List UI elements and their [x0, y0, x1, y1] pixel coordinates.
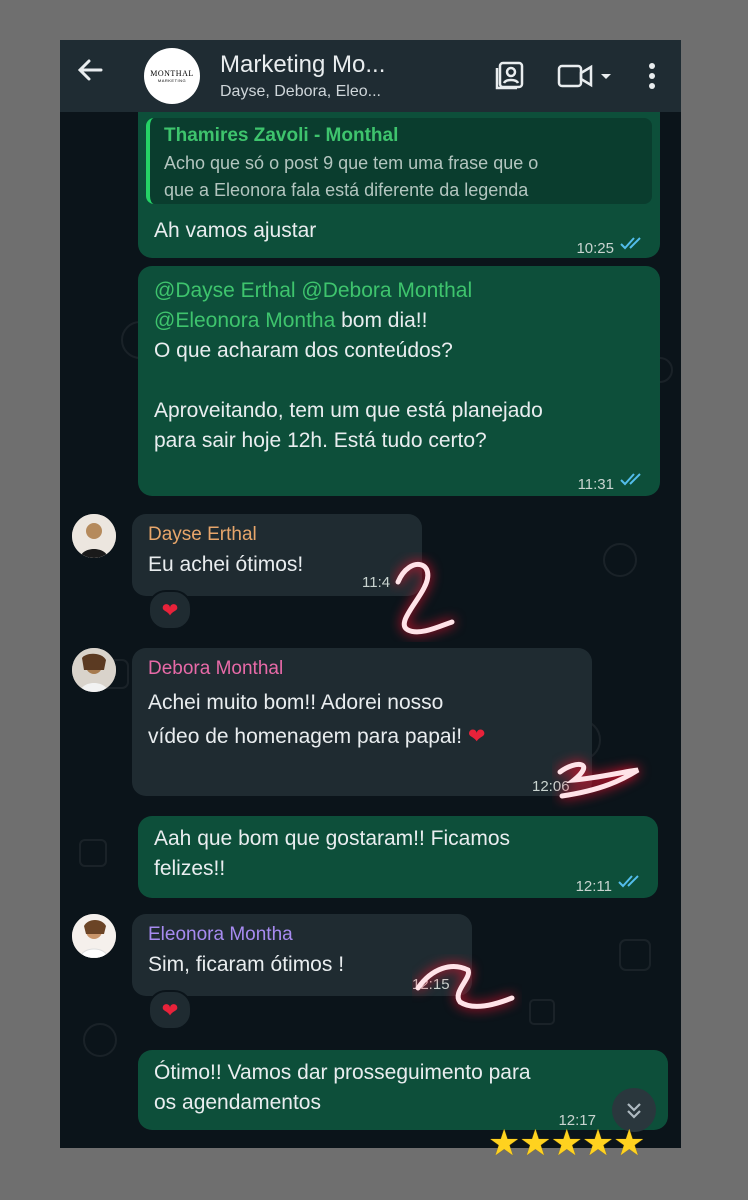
quoted-text-line: que a Eleonora fala está diferente da le…	[164, 180, 529, 200]
group-members: Dayse, Debora, Eleo...	[220, 83, 381, 100]
avatar-sub-text: MARKETING	[157, 78, 187, 83]
avatar-brand-text: MONTHAL	[150, 69, 194, 78]
group-title: Marketing Mo...	[220, 51, 386, 78]
read-ticks-icon	[618, 875, 639, 888]
avatar-debora[interactable]	[72, 648, 116, 692]
message-text: vídeo de homenagem para papai!	[148, 725, 463, 748]
mention-dayse[interactable]: @Dayse Erthal	[154, 279, 296, 302]
read-ticks-icon	[620, 237, 641, 250]
message-text-line: felizes!!	[154, 857, 226, 880]
heart-icon: ❤	[161, 999, 179, 1022]
star-icon: ★	[519, 1122, 552, 1163]
message-text-line: @Eleonora Montha bom dia!!	[154, 306, 644, 336]
avatar-eleonora[interactable]	[72, 914, 116, 958]
heart-reaction[interactable]: ❤	[148, 590, 192, 630]
scribble-mark	[415, 964, 515, 1009]
message-text: Ah vamos ajustar	[154, 219, 317, 242]
message-text-line: vídeo de homenagem para papai! ❤	[148, 722, 576, 752]
message-text: Sim, ficaram ótimos !	[148, 953, 345, 976]
mention-debora[interactable]: @Debora Monthal	[301, 279, 472, 302]
group-info-icon[interactable]	[489, 54, 533, 98]
sender-name[interactable]: Dayse Erthal	[148, 520, 406, 550]
message-bubble-outgoing[interactable]: Thamires Zavoli - Monthal Acho que só o …	[138, 112, 660, 258]
message-time: 12:11	[575, 878, 612, 895]
star-icon: ★	[581, 1122, 615, 1163]
star-icon: ★	[550, 1122, 583, 1163]
chat-header: MONTHAL MARKETING Marketing Mo... Dayse,…	[60, 40, 681, 112]
group-avatar[interactable]: MONTHAL MARKETING	[144, 48, 200, 104]
quoted-sender: Thamires Zavoli - Monthal	[164, 125, 399, 146]
message-bubble-outgoing[interactable]: @Dayse Erthal @Debora Monthal @Eleonora …	[138, 266, 660, 496]
message-text-line: @Dayse Erthal @Debora Monthal	[154, 276, 644, 306]
rating-stars: ★ ★ ★ ★ ★	[488, 1122, 646, 1163]
double-chevron-down-icon	[627, 1103, 641, 1119]
heart-icon: ❤	[161, 599, 179, 622]
video-call-icon[interactable]	[553, 54, 617, 98]
more-options-icon[interactable]	[637, 54, 667, 98]
sender-name[interactable]: Eleonora Montha	[148, 920, 456, 950]
group-title-block[interactable]: Marketing Mo... Dayse, Debora, Eleo...	[220, 51, 489, 101]
message-bubble-incoming[interactable]: Dayse Erthal Eu achei ótimos! 11:4	[132, 514, 422, 596]
scribble-mark	[395, 562, 455, 635]
message-time: 10:25	[576, 240, 614, 257]
quoted-message[interactable]: Thamires Zavoli - Monthal Acho que só o …	[146, 118, 652, 204]
mention-eleonora[interactable]: @Eleonora Montha	[154, 309, 335, 332]
message-bubble-outgoing[interactable]: Aah que bom que gostaram!! Ficamos feliz…	[138, 816, 658, 898]
quoted-text-line: Acho que só o post 9 que tem uma frase q…	[164, 153, 539, 173]
message-time: 11:4	[362, 574, 391, 591]
message-text-line: Aproveitando, tem um que está planejado	[154, 399, 543, 422]
message-text-line: Aah que bom que gostaram!! Ficamos	[154, 827, 511, 850]
message-text-line: Achei muito bom!! Adorei nosso	[148, 691, 444, 714]
message-bubble-incoming[interactable]: Debora Monthal Achei muito bom!! Adorei …	[132, 648, 592, 796]
message-bubble-outgoing[interactable]: Ótimo!! Vamos dar prosseguimento para os…	[138, 1050, 668, 1130]
star-icon: ★	[488, 1122, 521, 1163]
star-icon: ★	[613, 1122, 646, 1163]
sender-name[interactable]: Debora Monthal	[148, 654, 576, 684]
message-time: 11:31	[577, 476, 614, 493]
scribble-mark	[557, 761, 640, 799]
avatar-dayse[interactable]	[72, 514, 116, 558]
message-text-line: para sair hoje 12h. Está tudo certo?	[154, 429, 487, 452]
message-text-line: O que acharam dos conteúdos?	[154, 339, 453, 362]
chat-screen: MONTHAL MARKETING Marketing Mo... Dayse,…	[60, 40, 681, 1148]
read-ticks-icon	[620, 473, 641, 486]
heart-reaction[interactable]: ❤	[148, 990, 192, 1030]
back-arrow-icon[interactable]	[60, 40, 120, 112]
message-text-line: Ótimo!! Vamos dar prosseguimento para	[154, 1061, 531, 1084]
message-text: bom dia!!	[335, 309, 428, 332]
heart-emoji-icon: ❤	[467, 725, 486, 748]
